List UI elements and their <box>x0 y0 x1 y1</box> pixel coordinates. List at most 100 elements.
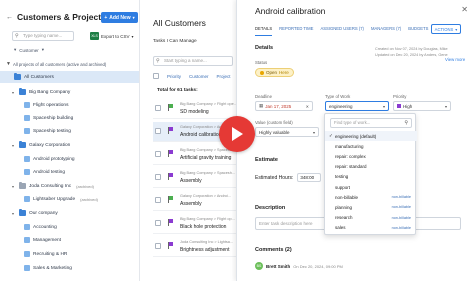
tree-project-item[interactable]: Sales & Marketing <box>24 262 158 274</box>
tab-reported-time[interactable]: REPORTED TIME <box>279 26 313 36</box>
priority-label: Priority <box>393 94 407 99</box>
task-row[interactable]: Joda Consulting Inc > Lightsa... Brightne… <box>153 237 248 257</box>
task-path: Big Bang Company > Flight ope... <box>180 102 237 106</box>
tree-customer-item[interactable]: ▾ Galaxy Corporation <box>12 139 146 151</box>
estimate-row: Estimated Hours: 348:00 <box>255 173 322 182</box>
tree-project-item[interactable]: Spaceship testing <box>24 125 158 137</box>
task-row[interactable]: Big Bang Company > Spacesh... Assembly <box>153 168 248 188</box>
type-of-work-option[interactable]: planning non-billable <box>325 202 417 212</box>
type-of-work-option[interactable]: testing <box>325 172 417 182</box>
tree-project-item[interactable]: Android prototyping <box>24 153 158 165</box>
tab-assigned-users[interactable]: ASSIGNED USERS (7) <box>320 26 364 36</box>
view-more-link[interactable]: View more <box>445 57 465 62</box>
tree-project-item[interactable]: Accounting <box>24 221 158 233</box>
actions-label: ACTIONS <box>434 26 454 32</box>
tree-project-item[interactable]: Spaceship building <box>24 112 158 124</box>
close-icon[interactable]: ✕ <box>306 104 309 109</box>
type-of-work-option[interactable]: non-billable non-billable <box>325 192 417 202</box>
tree-project-item[interactable]: Management <box>24 234 158 246</box>
column-project[interactable]: Project <box>217 74 231 79</box>
chevron-down-icon: ▾ <box>312 129 315 135</box>
close-icon[interactable]: ✕ <box>461 5 468 14</box>
customer-filter[interactable]: ▾ Customer ▾ <box>14 47 44 53</box>
chevron-down-icon[interactable]: ▾ <box>12 211 16 216</box>
type-search-placeholder: Find type of work... <box>334 120 371 125</box>
tasks-total: Total for 61 tasks: <box>157 88 198 93</box>
column-customer[interactable]: Customer <box>189 74 209 79</box>
task-name: Brightness adjustment <box>180 247 230 253</box>
type-of-work-option[interactable]: research non-billable <box>325 213 417 223</box>
folder-icon <box>19 141 26 148</box>
estimated-hours-label: Estimated Hours: <box>255 174 294 181</box>
tree-customer-item[interactable]: ▾ Our company <box>12 207 146 219</box>
status-badge[interactable]: Open Here <box>255 68 294 77</box>
chevron-down-icon[interactable]: ▾ <box>12 184 16 189</box>
type-of-work-select[interactable]: engineering ▾ <box>325 101 389 111</box>
tree-project-item[interactable]: Flight operations <box>24 99 158 111</box>
tree-project-item[interactable]: Lightsaber Upgrade (archived) <box>24 193 158 205</box>
status-label: Status <box>255 60 268 65</box>
task-checkbox[interactable] <box>155 174 161 180</box>
task-name: Artificial gravity training <box>180 155 232 161</box>
chevron-down-icon[interactable]: ▾ <box>12 143 16 148</box>
task-checkbox[interactable] <box>155 151 161 157</box>
actions-button[interactable]: ACTIONS ▾ <box>431 24 461 34</box>
chevron-down-icon: ▾ <box>382 103 385 109</box>
task-search-input[interactable]: ⚲ Start typing a name... <box>153 56 233 66</box>
add-new-button[interactable]: + Add New ▾ <box>101 12 138 23</box>
deadline-field[interactable]: ▦ Jan 17, 2025 ✕ <box>255 101 313 111</box>
folder-icon <box>14 73 21 80</box>
task-checkbox[interactable] <box>155 105 161 111</box>
detail-tabs: DETAILS REPORTED TIME ASSIGNED USERS (7)… <box>255 26 428 36</box>
column-priority[interactable]: Priority <box>167 74 181 79</box>
estimated-hours-input[interactable]: 348:00 <box>297 173 322 182</box>
tab-budgets[interactable]: BUDGETS <box>408 26 428 36</box>
tree-item-label: Spaceship testing <box>33 128 71 134</box>
type-of-work-option[interactable]: repair: complex <box>325 151 417 161</box>
project-filter-label: All projects of all customers (active an… <box>12 61 107 67</box>
task-row[interactable]: Big Bang Company > Flight op... Black hol… <box>153 214 248 234</box>
type-of-work-label: Type of Work <box>325 94 351 99</box>
type-of-work-option[interactable]: repair: standard <box>325 162 417 172</box>
non-billable-tag: non-billable <box>391 225 411 230</box>
type-of-work-option[interactable]: support <box>325 182 417 192</box>
non-billable-tag: non-billable <box>391 205 411 210</box>
customer-search-input[interactable]: ⚲ Type typing name... <box>12 31 74 41</box>
deadline-label: Deadline <box>255 94 272 99</box>
priority-select[interactable]: High ▾ <box>393 101 451 111</box>
tasks-panel-title: All Customers <box>153 18 206 28</box>
task-row[interactable]: Galaxy Corporation > Androi... Assembly <box>153 191 248 211</box>
type-of-work-option[interactable]: manufacturing <box>325 141 417 151</box>
type-of-work-option[interactable]: ✓ engineering (default) <box>325 131 417 141</box>
task-path: Big Bang Company > Flight op... <box>180 217 235 221</box>
priority-value: High <box>403 103 413 109</box>
play-video-button[interactable] <box>219 116 255 152</box>
tree-project-item[interactable]: Recruiting & HR <box>24 248 158 260</box>
project-filter[interactable]: ▼ All projects of all customers (active … <box>6 61 106 67</box>
non-billable-tag: non-billable <box>391 195 411 200</box>
select-all-checkbox[interactable] <box>153 73 159 79</box>
filter-icon: ▼ <box>6 61 11 67</box>
export-csv-button[interactable]: XLS Export to CSV ▾ <box>90 31 134 41</box>
tree-item-label: Big Bang Company <box>29 89 71 95</box>
task-checkbox[interactable] <box>155 220 161 226</box>
tree-customer-item[interactable]: ▾ Joda Consulting Inc (archived) <box>12 180 146 192</box>
chevron-down-icon[interactable]: ▾ <box>12 90 16 95</box>
tree-project-item[interactable]: Android testing <box>24 166 158 178</box>
tab-details[interactable]: DETAILS <box>255 26 273 36</box>
project-icon <box>24 251 30 257</box>
task-checkbox[interactable] <box>155 197 161 203</box>
tab-managers[interactable]: MANAGERS (7) <box>371 26 401 36</box>
task-checkbox[interactable] <box>155 128 161 134</box>
flag-icon <box>168 219 173 226</box>
tasks-filter-label[interactable]: Tasks I Can Manage <box>153 39 197 44</box>
tree-customer-item[interactable]: All Customers <box>0 71 139 83</box>
value-select[interactable]: Highly valuable ▾ <box>255 127 319 137</box>
tree-customer-item[interactable]: ▾ Big Bang Company <box>12 86 146 98</box>
type-of-work-option[interactable]: sales non-billable <box>325 223 417 233</box>
type-of-work-search-input[interactable]: Find type of work... ⚲ <box>330 118 412 128</box>
option-label: non-billable <box>335 194 359 200</box>
back-arrow-icon[interactable]: ← <box>6 14 13 21</box>
task-checkbox[interactable] <box>155 243 161 249</box>
tree-item-label: Android testing <box>33 169 65 175</box>
